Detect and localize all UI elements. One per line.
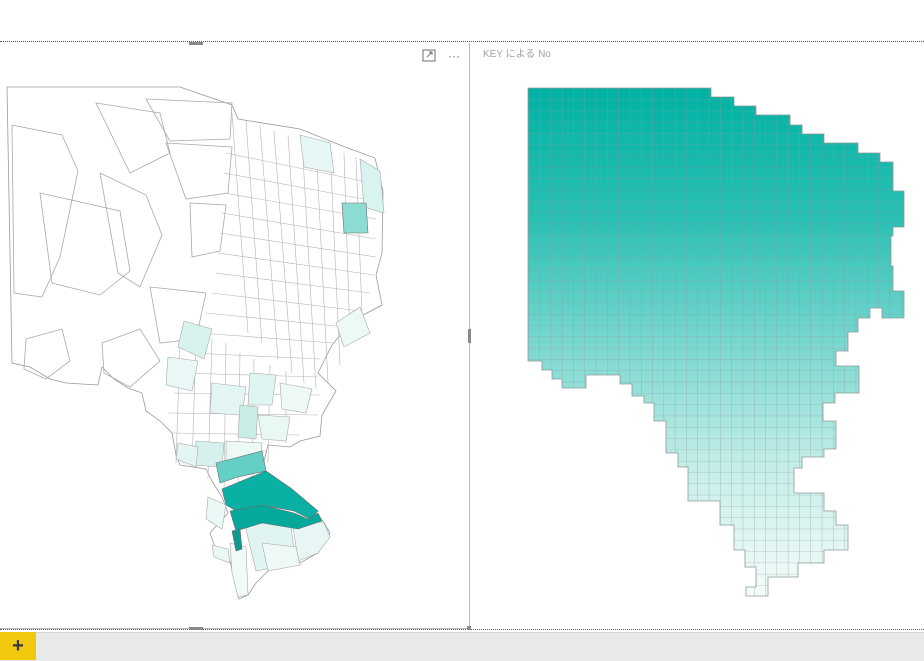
resize-handle-top[interactable] bbox=[189, 42, 203, 45]
visual-title: KEY による No bbox=[483, 49, 551, 60]
visual-header: ··· bbox=[422, 49, 460, 62]
add-page-button[interactable]: + bbox=[0, 632, 36, 660]
resize-handle-right[interactable] bbox=[468, 329, 471, 343]
grid-heatmap bbox=[527, 87, 905, 597]
grid-cells bbox=[527, 87, 905, 597]
report-canvas: ··· KEY による No bbox=[0, 0, 924, 632]
resize-handle-bottom[interactable] bbox=[189, 627, 203, 630]
page-tabs-bar bbox=[0, 632, 924, 661]
canvas-bottom-border bbox=[0, 629, 924, 630]
region-map bbox=[6, 86, 385, 600]
focus-mode-icon[interactable] bbox=[422, 49, 436, 62]
grid-map-visual[interactable]: KEY による No bbox=[472, 43, 924, 628]
shape-map-visual[interactable]: ··· bbox=[0, 42, 471, 630]
more-options-icon[interactable]: ··· bbox=[448, 50, 460, 62]
resize-handle-corner[interactable] bbox=[467, 626, 471, 630]
canvas-top-border bbox=[0, 41, 924, 42]
